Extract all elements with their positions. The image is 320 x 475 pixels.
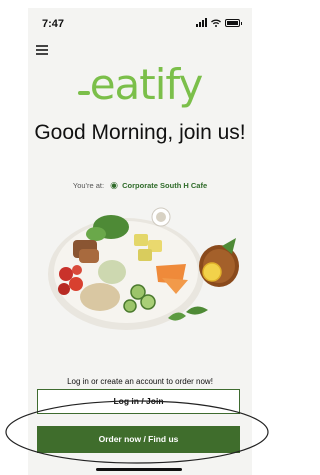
login-prompt: Log in or create an account to order now… [67, 377, 213, 386]
logo-text: eatify [89, 60, 204, 109]
login-join-button[interactable]: Log in / Join [37, 389, 240, 414]
home-indicator [96, 468, 182, 471]
location-prefix: You're at: [72, 181, 105, 190]
order-now-button[interactable]: Order now / Find us [37, 426, 240, 453]
location-line: You're at: ◉ Corporate South H Cafe [28, 180, 252, 191]
status-time: 7:47 [42, 18, 65, 30]
signal-icon [196, 18, 207, 27]
greeting-heading: Good Morning, join us! [34, 121, 246, 144]
food-bowl-image [48, 207, 239, 330]
phone-screen: 7:47 eatify Good Morning, join us! You'r… [28, 8, 252, 475]
app-logo: eatify [28, 60, 252, 109]
location-name[interactable]: Corporate South H Cafe [122, 181, 207, 190]
battery-icon [225, 18, 242, 27]
status-bar: 7:47 [28, 8, 252, 36]
status-icons [196, 18, 242, 27]
menu-icon[interactable] [36, 45, 48, 55]
wifi-icon [211, 19, 221, 27]
location-pin-icon: ◉ [110, 180, 119, 190]
